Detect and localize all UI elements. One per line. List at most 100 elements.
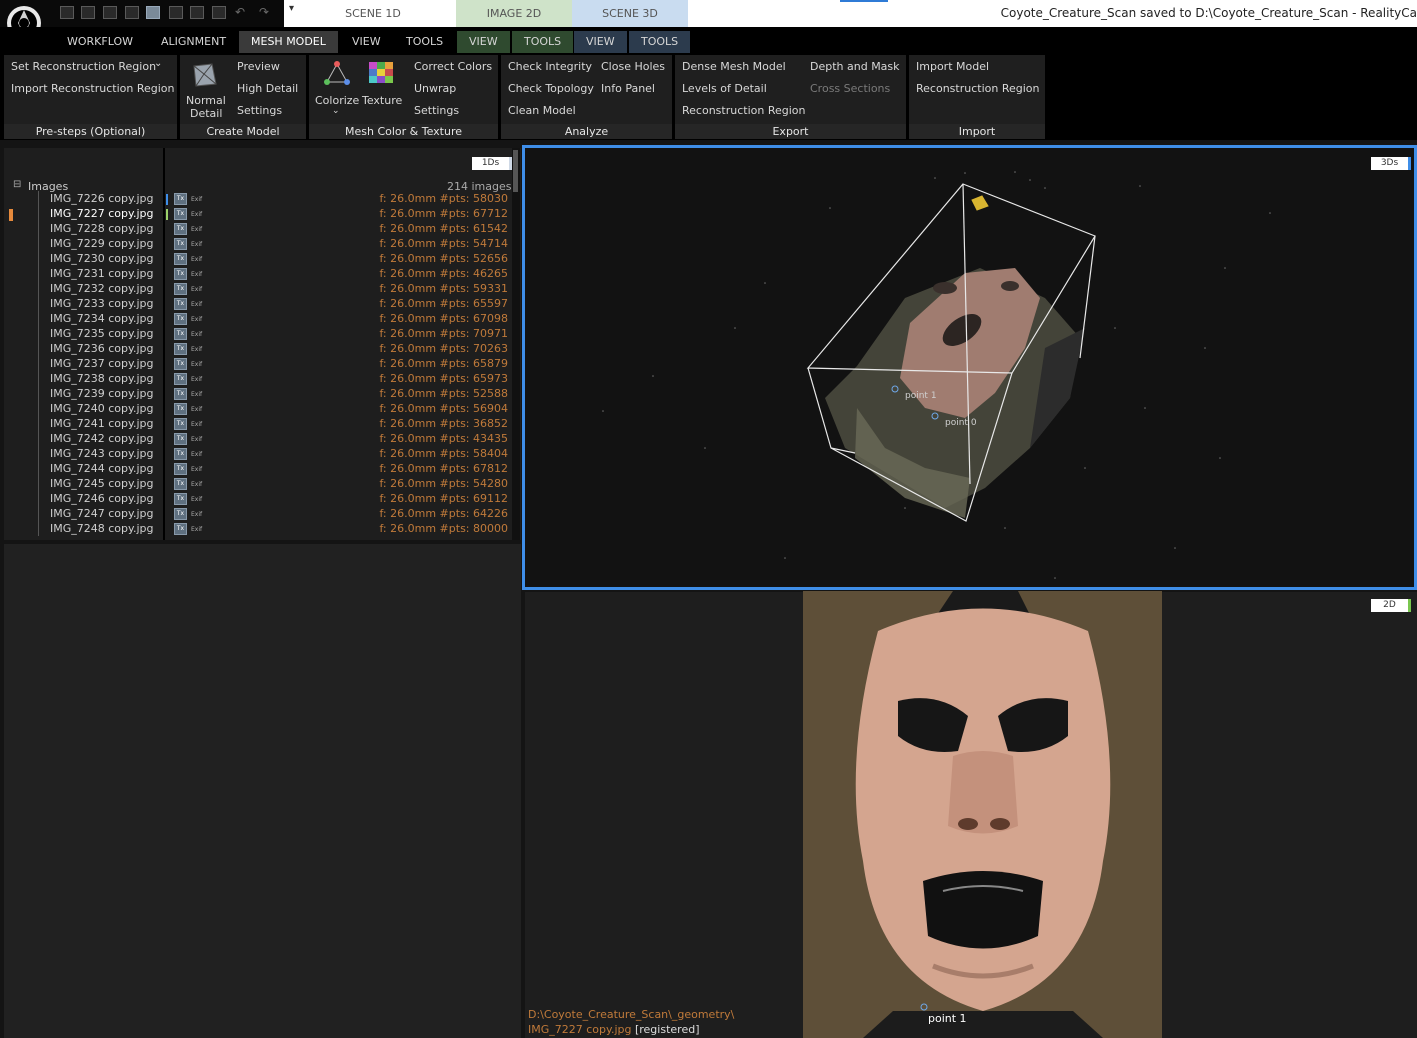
image-name[interactable]: IMG_7237 copy.jpg [50,357,153,370]
exif-flag-icon[interactable]: Exif [191,331,202,338]
list-item[interactable]: IMG_7228 copy.jpg Tx Exif f: 26.0mm #pts: 6… [4,222,514,237]
list-item[interactable]: IMG_7244 copy.jpg Tx Exif f: 26.0mm #pts: 6… [4,462,514,477]
texture-flag-icon[interactable]: Tx [174,253,187,265]
image-name[interactable]: IMG_7233 copy.jpg [50,297,153,310]
image-name[interactable]: IMG_7241 copy.jpg [50,417,153,430]
export-reconstruction-region-button[interactable]: Reconstruction Region [682,104,805,117]
texture-flag-icon[interactable]: Tx [174,478,187,490]
list-item[interactable]: IMG_7235 copy.jpg Tx Exif f: 26.0mm #pts: 7… [4,327,514,342]
tab-scene-1d[interactable]: SCENE 1D [290,0,456,27]
exif-flag-icon[interactable]: Exif [191,376,202,383]
exif-flag-icon[interactable]: Exif [191,511,202,518]
image-name[interactable]: IMG_7235 copy.jpg [50,327,153,340]
panel-1d-badge[interactable]: 1Ds [472,157,512,170]
exif-flag-icon[interactable]: Exif [191,481,202,488]
texture-flag-icon[interactable]: Tx [174,448,187,460]
list-item[interactable]: IMG_7237 copy.jpg Tx Exif f: 26.0mm #pts: 6… [4,357,514,372]
texture-flag-icon[interactable]: Tx [174,313,187,325]
texture-flag-icon[interactable]: Tx [174,403,187,415]
texture-flag-icon[interactable]: Tx [174,298,187,310]
texture-flag-icon[interactable]: Tx [174,418,187,430]
menu-tools-3d[interactable]: TOOLS [629,31,691,53]
list-item[interactable]: IMG_7234 copy.jpg Tx Exif f: 26.0mm #pts: 6… [4,312,514,327]
image-name[interactable]: IMG_7228 copy.jpg [50,222,153,235]
collapse-icon[interactable]: ⊟ [13,179,21,190]
image-name[interactable]: IMG_7226 copy.jpg [50,192,153,205]
texture-flag-icon[interactable]: Tx [174,283,187,295]
menu-workflow[interactable]: WORKFLOW [55,31,145,53]
image-name[interactable]: IMG_7245 copy.jpg [50,477,153,490]
texture-flag-icon[interactable]: Tx [174,208,187,220]
exif-flag-icon[interactable]: Exif [191,436,202,443]
depth-and-mask-button[interactable]: Depth and Mask [810,60,900,73]
layout-split-icon[interactable] [81,6,95,19]
normal-detail-label-bottom[interactable]: Detail [190,107,222,120]
close-holes-button[interactable]: Close Holes [601,60,665,73]
texture-flag-icon[interactable]: Tx [174,358,187,370]
preview-button[interactable]: Preview [237,60,280,73]
texture-flag-icon[interactable]: Tx [174,328,187,340]
texture-flag-icon[interactable]: Tx [174,373,187,385]
mesh-model-icon[interactable] [190,62,220,88]
panel-3d-badge[interactable]: 3Ds [1371,157,1411,170]
panel-2d-badge[interactable]: 2D [1371,599,1411,612]
list-item[interactable]: IMG_7248 copy.jpg Tx Exif f: 26.0mm #pts: 8… [4,522,514,537]
photo-view[interactable] [803,591,1162,1038]
image-name[interactable]: IMG_7239 copy.jpg [50,387,153,400]
image-name[interactable]: IMG_7243 copy.jpg [50,447,153,460]
image-name[interactable]: IMG_7238 copy.jpg [50,372,153,385]
tab-scene-3d[interactable]: SCENE 3D [572,0,688,27]
list-item[interactable]: IMG_7236 copy.jpg Tx Exif f: 26.0mm #pts: 7… [4,342,514,357]
texture-flag-icon[interactable]: Tx [174,523,187,535]
texture-flag-icon[interactable]: Tx [174,223,187,235]
create-model-settings-button[interactable]: Settings [237,104,282,117]
texture-flag-icon[interactable]: Tx [174,343,187,355]
import-reconstruction-region-button[interactable]: Import Reconstruction Region [11,82,174,95]
redo-icon[interactable]: ↷ [259,5,269,19]
chevron-down-icon[interactable]: ⌄ [154,58,162,69]
list-item[interactable]: IMG_7241 copy.jpg Tx Exif f: 26.0mm #pts: 3… [4,417,514,432]
layout-columns-icon[interactable] [103,6,117,19]
check-topology-button[interactable]: Check Topology [508,82,594,95]
clean-model-button[interactable]: Clean Model [508,104,576,117]
texture-flag-icon[interactable]: Tx [174,508,187,520]
exif-flag-icon[interactable]: Exif [191,271,202,278]
exif-flag-icon[interactable]: Exif [191,451,202,458]
exif-flag-icon[interactable]: Exif [191,316,202,323]
info-panel-button[interactable]: Info Panel [601,82,655,95]
list-item[interactable]: IMG_7227 copy.jpg Tx Exif f: 26.0mm #pts: 6… [4,207,514,222]
texture-flag-icon[interactable]: Tx [174,193,187,205]
list-item[interactable]: IMG_7239 copy.jpg Tx Exif f: 26.0mm #pts: 5… [4,387,514,402]
texture-flag-icon[interactable]: Tx [174,388,187,400]
layout-multi-icon[interactable] [212,6,226,19]
list-item[interactable]: IMG_7247 copy.jpg Tx Exif f: 26.0mm #pts: 6… [4,507,514,522]
image-name[interactable]: IMG_7247 copy.jpg [50,507,153,520]
layout-quad-icon[interactable] [146,6,160,19]
cross-sections-button[interactable]: Cross Sections [810,82,890,95]
list-item[interactable]: IMG_7245 copy.jpg Tx Exif f: 26.0mm #pts: 5… [4,477,514,492]
exif-flag-icon[interactable]: Exif [191,256,202,263]
layout-rows-icon[interactable] [125,6,139,19]
tab-image-2d[interactable]: IMAGE 2D [456,0,572,27]
texture-icon[interactable] [366,60,396,86]
menu-alignment[interactable]: ALIGNMENT [149,31,238,53]
image-name[interactable]: IMG_7227 copy.jpg [50,207,153,220]
exif-flag-icon[interactable]: Exif [191,196,202,203]
image-name[interactable]: IMG_7231 copy.jpg [50,267,153,280]
image-name[interactable]: IMG_7234 copy.jpg [50,312,153,325]
exif-flag-icon[interactable]: Exif [191,526,202,533]
exif-flag-icon[interactable]: Exif [191,226,202,233]
exif-flag-icon[interactable]: Exif [191,241,202,248]
check-integrity-button[interactable]: Check Integrity [508,60,592,73]
image-name[interactable]: IMG_7242 copy.jpg [50,432,153,445]
layout-triple-icon[interactable] [190,6,204,19]
texture-flag-icon[interactable]: Tx [174,433,187,445]
exif-flag-icon[interactable]: Exif [191,211,202,218]
menu-tools[interactable]: TOOLS [394,31,455,53]
exif-flag-icon[interactable]: Exif [191,466,202,473]
colorize-chevron-icon[interactable]: ⌄ [332,106,340,116]
exif-flag-icon[interactable]: Exif [191,391,202,398]
menu-view-3d[interactable]: VIEW [574,31,627,53]
list-item[interactable]: IMG_7238 copy.jpg Tx Exif f: 26.0mm #pts: 6… [4,372,514,387]
texture-flag-icon[interactable]: Tx [174,463,187,475]
